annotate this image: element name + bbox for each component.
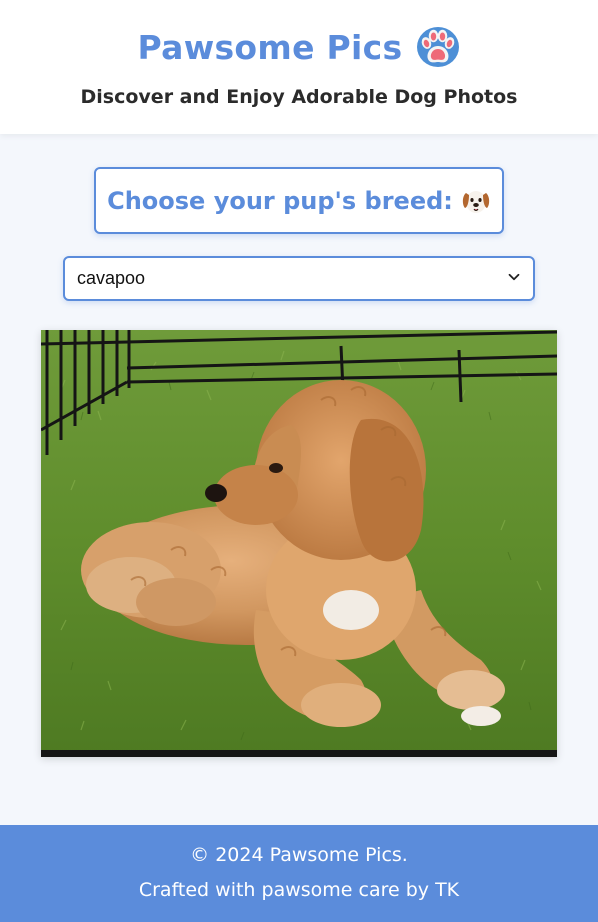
breed-chooser-label: Choose your pup's breed: [107, 186, 453, 215]
site-title: Pawsome Pics [137, 27, 403, 67]
dog-face-icon [461, 186, 491, 216]
paw-print-icon [416, 26, 460, 68]
chevron-down-icon [507, 269, 521, 288]
tagline: Discover and Enjoy Adorable Dog Photos [80, 86, 518, 108]
cavapoo-dog-photo [41, 330, 557, 757]
site-header: Pawsome Pics Discover and Enjoy Adorable… [0, 0, 598, 134]
breed-select[interactable]: cavapoo [63, 256, 535, 301]
breed-chooser-heading: Choose your pup's breed: [94, 167, 504, 234]
site-footer: © 2024 Pawsome Pics. Crafted with pawsom… [0, 825, 598, 922]
footer-copyright: © 2024 Pawsome Pics. [190, 844, 408, 866]
footer-credit: Crafted with pawsome care by TK [138, 879, 460, 901]
title-row: Pawsome Pics [0, 24, 598, 70]
page: Pawsome Pics Discover and Enjoy Adorable… [0, 0, 598, 922]
breed-select-value: cavapoo [77, 268, 146, 288]
